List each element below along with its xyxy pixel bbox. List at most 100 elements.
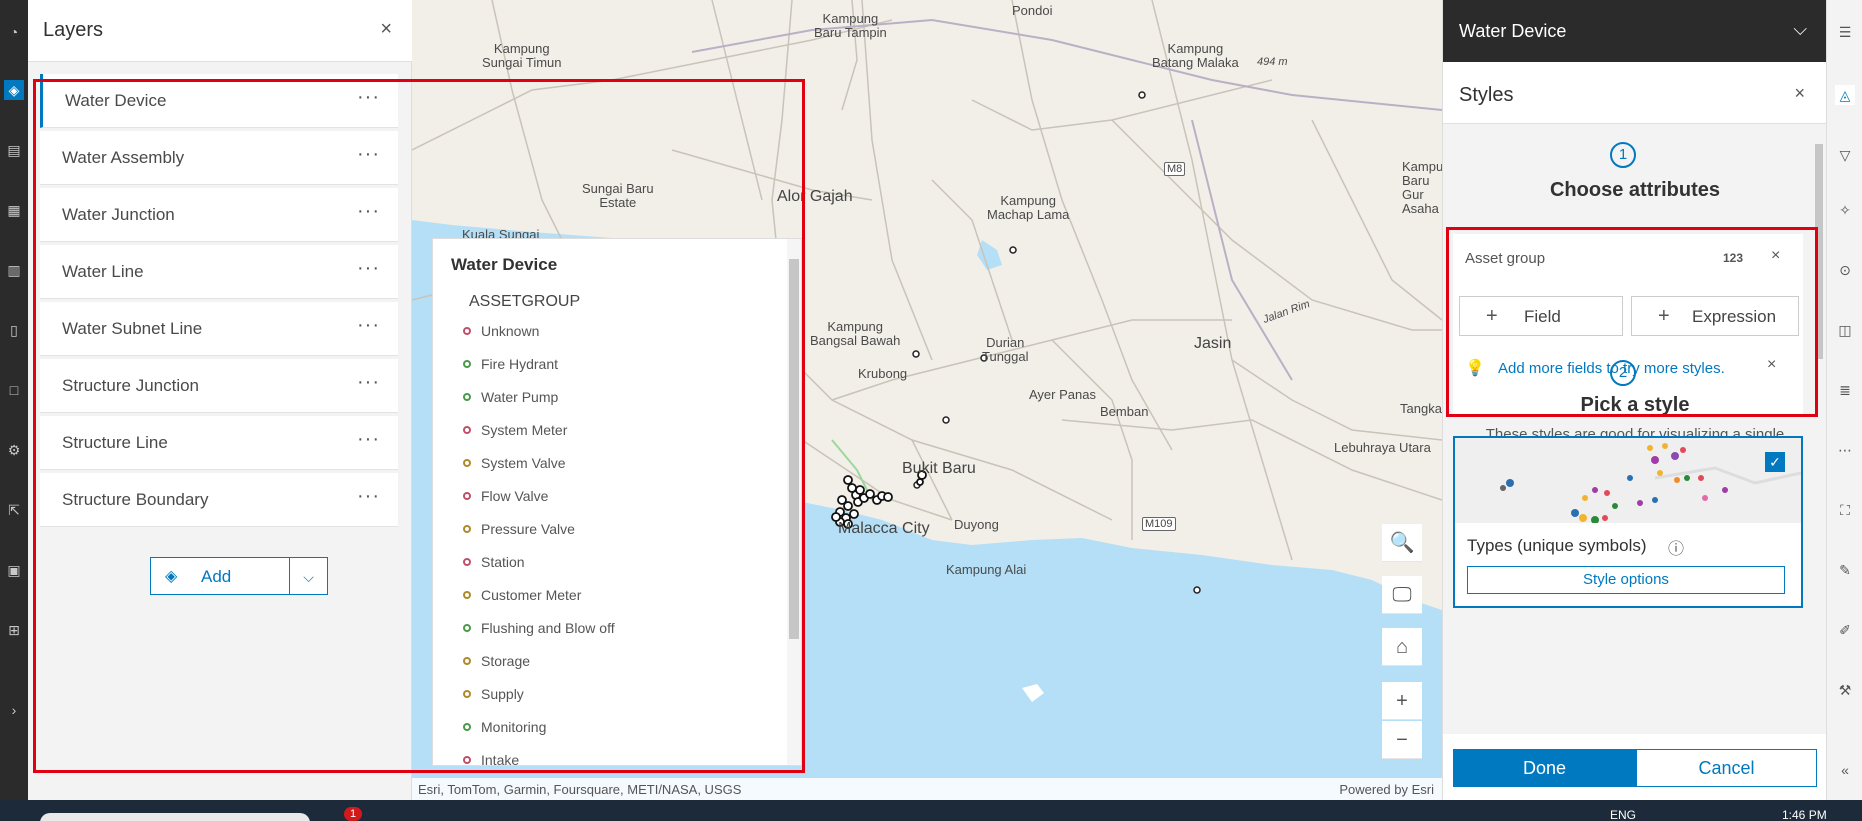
share-icon[interactable]: ⇱ — [4, 500, 24, 520]
layers-icon[interactable]: ◈ — [4, 80, 24, 100]
legend-symbol-icon — [463, 690, 471, 698]
sketch-icon[interactable]: □ — [4, 380, 24, 400]
properties-icon[interactable]: ◔ — [4, 22, 24, 42]
step-number: 1 — [1610, 142, 1636, 168]
style-options-button[interactable]: Style options — [1467, 566, 1785, 594]
bookmark-icon[interactable]: ▯ — [4, 320, 24, 340]
more-options-icon[interactable]: ··· — [357, 371, 380, 394]
map-label: Bukit Baru — [902, 460, 976, 477]
layer-item-label: Water Line — [62, 262, 144, 281]
selected-check-icon[interactable]: ✓ — [1765, 452, 1785, 472]
layer-item[interactable]: Water Line ··· — [40, 245, 398, 299]
legend-panel: Water Device ASSETGROUP Unknown Fire Hydr… — [432, 238, 802, 766]
add-dropdown-button[interactable]: ⌵ — [290, 557, 328, 595]
info-icon[interactable]: ⓘ — [1668, 535, 1684, 559]
more-options-icon[interactable]: ··· — [357, 143, 380, 166]
home-icon[interactable]: ⌂ — [1382, 628, 1422, 666]
add-layer-button[interactable]: ◈ Add — [150, 557, 290, 595]
styles-scroll-thumb[interactable] — [1815, 144, 1823, 359]
more-options-icon[interactable]: ··· — [357, 428, 380, 451]
style-card[interactable]: ✓ Types (unique symbols) ⓘ Style options — [1453, 436, 1803, 608]
close-icon[interactable]: × — [380, 18, 392, 41]
legend-scrollbar[interactable] — [787, 239, 801, 765]
language-indicator[interactable]: ENG — [1610, 808, 1636, 821]
properties-icon[interactable]: ☰ — [1835, 22, 1855, 42]
collapse-icon[interactable]: « — [1835, 760, 1855, 780]
layer-item[interactable]: Structure Boundary ··· — [40, 473, 398, 527]
add-expression-button[interactable]: + Expression — [1631, 296, 1799, 336]
add-layer-label: Add — [201, 567, 232, 586]
more-options-icon[interactable]: ··· — [357, 200, 380, 223]
tools-icon[interactable]: ⚒ — [1835, 680, 1855, 700]
legend-item-label: Unknown — [481, 323, 540, 339]
apps-icon[interactable]: ⊞ — [4, 620, 24, 640]
more-options-icon[interactable]: ··· — [357, 314, 380, 337]
legend-item-label: System Meter — [481, 422, 568, 438]
legend-item: System Valve — [463, 455, 566, 471]
add-field-button[interactable]: + Field — [1459, 296, 1623, 336]
more-options-icon[interactable]: ··· — [357, 257, 380, 280]
close-tip-icon[interactable]: × — [1767, 356, 1776, 374]
taskbar-search[interactable] — [40, 813, 310, 821]
charts-icon[interactable]: ▦ — [4, 200, 24, 220]
layer-item[interactable]: Water Junction ··· — [40, 188, 398, 242]
layer-item[interactable]: Water Subnet Line ··· — [40, 302, 398, 356]
remove-attribute-icon[interactable]: × — [1771, 247, 1780, 265]
analysis-icon[interactable]: ▥ — [4, 260, 24, 280]
legend-scroll-thumb[interactable] — [789, 259, 799, 639]
legend-item-label: System Valve — [481, 455, 566, 471]
map-label: Durian Tunggal — [982, 335, 1029, 364]
map-label: Kampu Baru Gur Asaha — [1402, 159, 1442, 216]
layer-item-label: Structure Boundary — [62, 490, 209, 509]
map-label: Pondoi — [1012, 3, 1053, 18]
style-preview-map — [1455, 438, 1802, 524]
close-icon[interactable]: × — [1794, 83, 1805, 104]
more-options-icon[interactable]: ··· — [357, 86, 380, 109]
powered-by-text[interactable]: Powered by Esri — [1339, 782, 1434, 797]
layers-header: Layers × — [28, 0, 412, 62]
popups-icon[interactable]: ◫ — [1835, 320, 1855, 340]
done-button[interactable]: Done — [1453, 749, 1636, 787]
map-label: Jasin — [1194, 335, 1232, 352]
effects-icon[interactable]: ✧ — [1835, 200, 1855, 220]
map-label: Kampung Bangsal Bawah — [810, 319, 901, 348]
map-label: Lebuhraya Utara — [1334, 440, 1431, 455]
styles-icon[interactable]: ◬ — [1835, 85, 1855, 105]
map-label: Krubong — [858, 366, 908, 381]
widgets-icon[interactable]: ▣ — [4, 560, 24, 580]
styles-panel: Water Device ⌵ Styles × 1 Choose attribu… — [1442, 0, 1827, 800]
layer-item[interactable]: Water Assembly ··· — [40, 131, 398, 185]
attribution-text[interactable]: Esri, TomTom, Garmin, Foursquare, METI/N… — [418, 782, 741, 797]
fields-icon[interactable]: ≣ — [1835, 380, 1855, 400]
more-options-icon[interactable]: ⋯ — [1835, 440, 1855, 460]
zoom-out-button[interactable]: − — [1382, 721, 1422, 759]
layer-item[interactable]: Structure Line ··· — [40, 416, 398, 470]
sketch-icon[interactable]: ✐ — [1835, 620, 1855, 640]
legend-item: Pressure Valve — [463, 521, 575, 537]
step-title: Pick a style — [1580, 394, 1690, 416]
settings-icon[interactable]: ⚙ — [4, 440, 24, 460]
more-options-icon[interactable]: ··· — [357, 485, 380, 508]
collapse-icon[interactable]: › — [4, 700, 24, 720]
styles-scrollbar[interactable] — [1812, 124, 1826, 734]
zoom-in-button[interactable]: + — [1382, 682, 1422, 720]
legend-item: Flow Valve — [463, 488, 548, 504]
legend-item-label: Pressure Valve — [481, 521, 575, 537]
clustering-icon[interactable]: ⊙ — [1835, 260, 1855, 280]
selected-layer-bar[interactable]: Water Device ⌵ — [1443, 0, 1827, 62]
search-icon[interactable]: 🔍 — [1382, 524, 1422, 562]
chevron-down-icon[interactable]: ⌵ — [1793, 19, 1807, 40]
layer-item[interactable]: Structure Junction ··· — [40, 359, 398, 413]
left-tool-rail: ◔ ◈ ▤ ▦ ▥ ▯ □ ⚙ ⇱ ▣ ⊞ › — [0, 0, 28, 800]
labels-icon[interactable]: ⛶ — [1835, 500, 1855, 520]
edit-icon[interactable]: ✎ — [1835, 560, 1855, 580]
filter-icon[interactable]: ▽ — [1835, 145, 1855, 165]
legend-item: Water Pump — [463, 389, 558, 405]
table-icon[interactable]: ▤ — [4, 140, 24, 160]
clock[interactable]: 1:46 PM — [1782, 808, 1827, 821]
cancel-button[interactable]: Cancel — [1636, 749, 1817, 787]
screen-icon[interactable]: 🖵 — [1382, 576, 1422, 614]
map-label: Kampung Machap Lama — [987, 193, 1070, 222]
layer-item[interactable]: Water Device ··· — [40, 74, 398, 128]
layers-panel: Layers × Water Device ··· Water Assembly… — [28, 0, 412, 800]
